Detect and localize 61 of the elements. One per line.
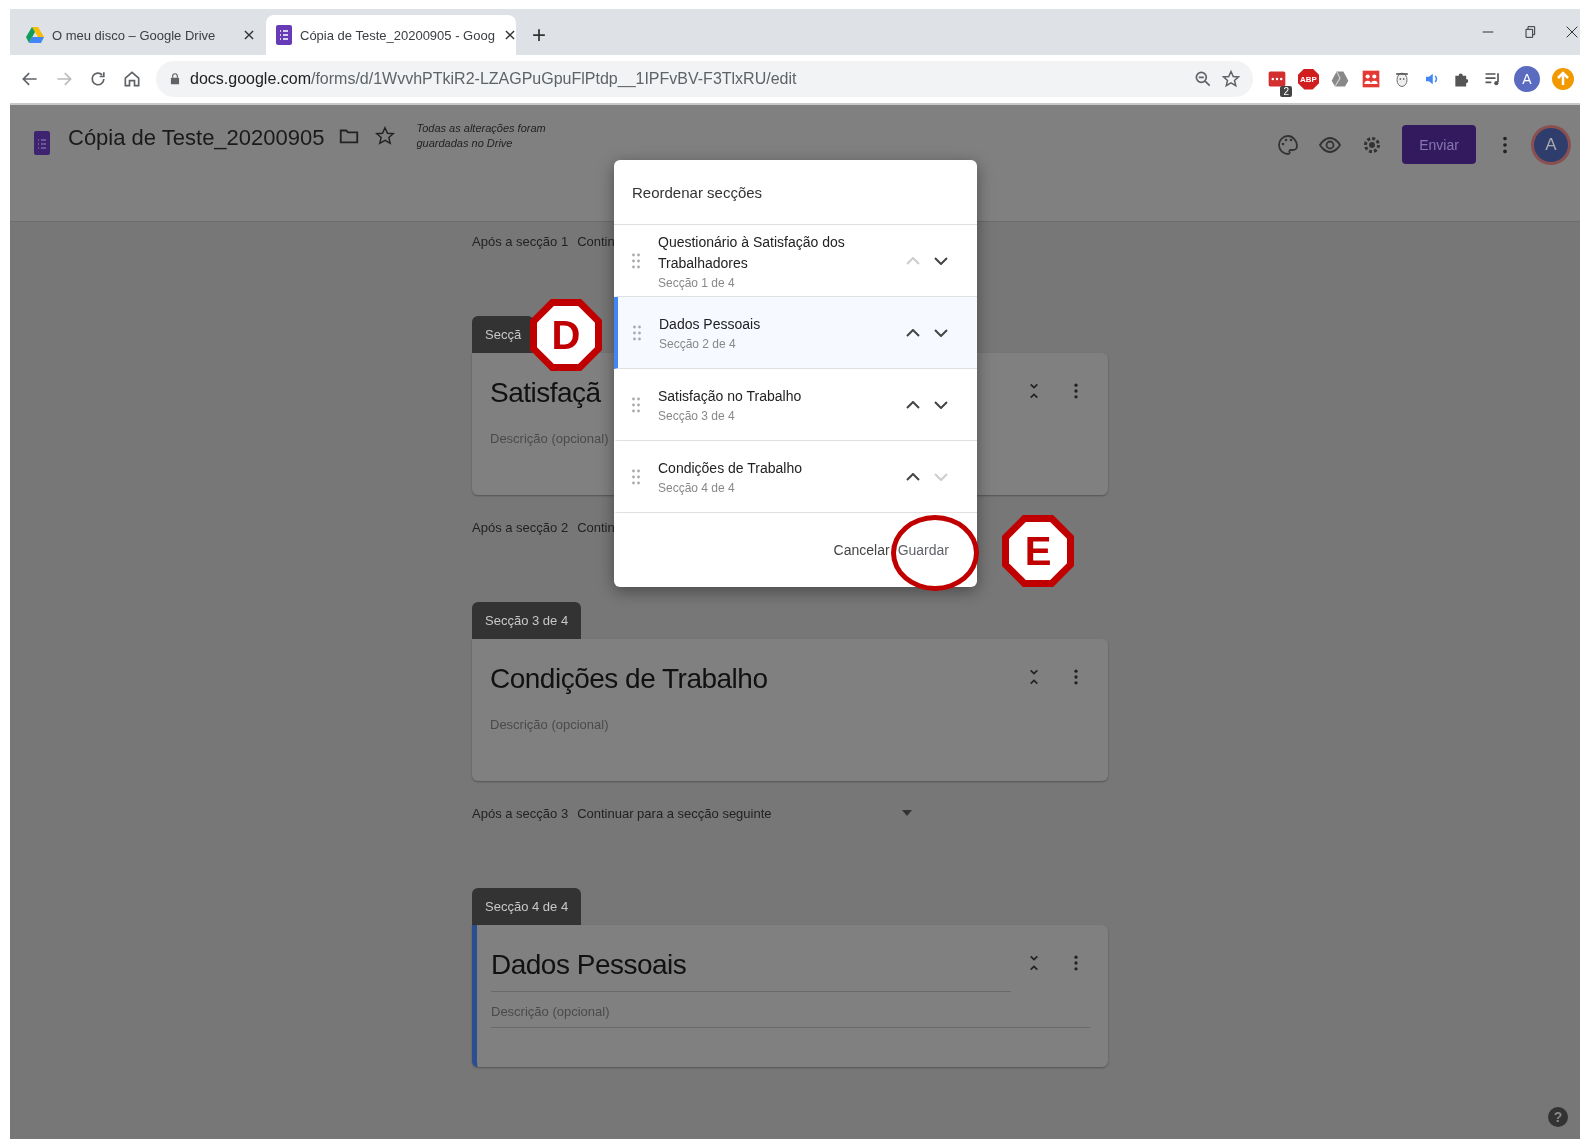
drag-handle-icon[interactable] <box>632 396 640 413</box>
zoom-out-icon[interactable] <box>1193 69 1213 89</box>
account-avatar[interactable]: A <box>1534 127 1568 162</box>
palette-icon[interactable] <box>1276 132 1300 157</box>
after-section-label: Após a secção 1 <box>472 233 569 249</box>
url-text: docs.google.com/forms/d/1WvvhPTkiR2-LZAGPuGpuFlPtdp__1IPFvBV-F3TlxRU/edit <box>190 70 797 88</box>
drag-handle-icon[interactable] <box>632 252 640 269</box>
chevron-up-icon[interactable] <box>906 472 920 481</box>
triangle-extension-icon[interactable] <box>1330 69 1350 89</box>
close-icon[interactable] <box>1564 24 1580 40</box>
close-icon[interactable] <box>242 28 256 42</box>
lock-icon[interactable] <box>168 72 182 86</box>
after-section-label: Após a secção 3 <box>472 805 569 821</box>
navigation-select[interactable]: Continuar para a secção seguinte <box>577 805 772 821</box>
forms-icon <box>276 25 292 45</box>
section-number: Secção 3 de 4 <box>658 409 736 423</box>
chevron-up-icon[interactable] <box>906 400 920 409</box>
section-title[interactable]: Condições de Trabalho <box>490 663 1010 705</box>
navigation-select[interactable]: Contin <box>577 519 615 535</box>
section-number: Secção 2 de 4 <box>659 337 737 351</box>
dots-extension-icon[interactable] <box>1267 69 1287 89</box>
profile-avatar[interactable]: A <box>1514 66 1540 92</box>
reload-icon[interactable] <box>88 69 108 89</box>
section-title[interactable]: Dados Pessoais <box>491 949 1011 992</box>
extension-badge: 2 <box>1280 86 1292 97</box>
home-icon[interactable] <box>122 69 142 89</box>
after-section-label: Após a secção 2 <box>472 519 569 535</box>
section-number: Secção 4 de 4 <box>658 481 736 495</box>
section-list-item[interactable]: Satisfação no Trabalho Secção 3 de 4 <box>614 369 977 441</box>
section-number: Secção 1 de 4 <box>658 275 736 290</box>
save-status: Todas as alterações foram guardadas no Drive <box>416 121 547 151</box>
star-icon[interactable] <box>374 125 397 147</box>
browser-tab[interactable]: O meu disco – Google Drive <box>16 15 266 55</box>
drag-handle-icon[interactable] <box>633 324 641 341</box>
chevron-down-icon[interactable] <box>934 328 948 337</box>
chevron-down-icon[interactable] <box>934 400 948 409</box>
help-button[interactable]: ? <box>1548 1107 1568 1127</box>
form-title[interactable]: Cópia de Teste_20200905 <box>68 125 325 151</box>
section-name: Satisfação no Trabalho <box>658 387 803 406</box>
section-name: Condições de Trabalho <box>658 459 803 478</box>
dialog-title: Reordenar secções <box>614 160 977 225</box>
section-list-item[interactable]: Dados Pessoais Secção 2 de 4 <box>614 297 977 369</box>
restore-icon[interactable] <box>1522 24 1538 40</box>
drag-handle-icon[interactable] <box>632 468 640 485</box>
update-icon[interactable] <box>1551 67 1575 91</box>
drive-icon <box>26 27 44 43</box>
people-extension-icon[interactable] <box>1361 69 1381 89</box>
new-tab-button[interactable]: + <box>528 21 550 49</box>
send-button[interactable]: Enviar <box>1402 125 1476 164</box>
chevron-up-icon[interactable] <box>906 328 920 337</box>
dropdown-caret-icon[interactable] <box>902 810 912 816</box>
section-list-item[interactable]: Condições de Trabalho Secção 4 de 4 <box>614 441 977 513</box>
star-icon[interactable] <box>1221 69 1241 89</box>
adblock-extension-button[interactable]: ABP <box>1298 68 1319 90</box>
close-icon[interactable] <box>502 28 517 42</box>
chevron-down-icon[interactable] <box>934 256 948 265</box>
navigation-select[interactable]: Contin <box>577 233 615 249</box>
address-bar[interactable]: docs.google.com/forms/d/1WvvhPTkiR2-LZAGPuGpuFlPtdp__1IPFvBV-F3TlxRU/edit <box>156 61 1253 97</box>
browser-tab[interactable]: Cópia de Teste_20200905 - Goog <box>266 15 516 55</box>
section-name: Questionário à Satisfação dos Trabalhadores <box>658 232 846 273</box>
section-name: Dados Pessoais <box>659 315 762 334</box>
